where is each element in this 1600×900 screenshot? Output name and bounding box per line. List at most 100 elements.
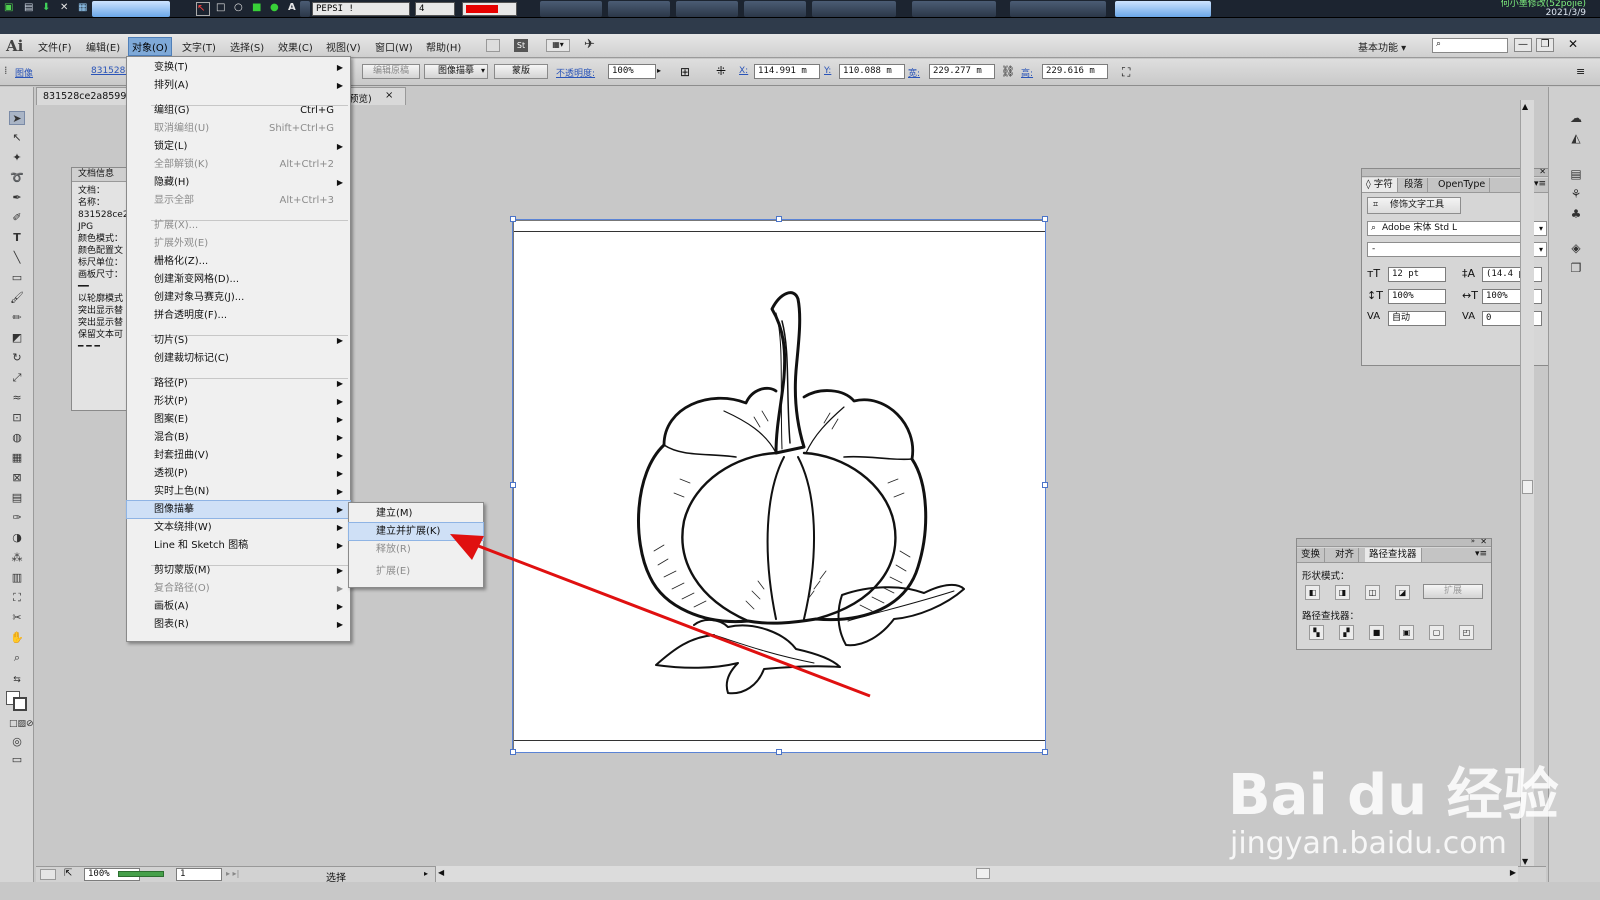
perspective-grid-tool-icon[interactable]: ▦: [9, 451, 25, 465]
object-menu-item[interactable]: 排列(A) ▶: [127, 77, 350, 94]
taskbar-app-5[interactable]: [744, 1, 806, 17]
object-menu-item[interactable]: 扩展(X)...: [127, 217, 350, 234]
taskbar-app-6[interactable]: [812, 1, 896, 17]
minus-front-icon[interactable]: ◨: [1335, 585, 1350, 600]
draw-mode-icon[interactable]: ◎: [9, 735, 25, 749]
object-menu-item[interactable]: 混合(B) ▶: [127, 429, 350, 446]
tab-transform[interactable]: 变换: [1297, 548, 1326, 562]
arrange-docs-icon[interactable]: ▦▾: [546, 39, 570, 52]
pathfinder-close-icon[interactable]: ✕: [1480, 537, 1487, 546]
transform-icon[interactable]: ⛶: [1122, 65, 1130, 80]
taskbar-app-illustrator[interactable]: [1115, 1, 1211, 17]
object-menu-item[interactable]: 变换(T) ▶: [127, 59, 350, 76]
opacity-arrow-icon[interactable]: ▸: [657, 66, 661, 75]
object-menu-item[interactable]: 显示全部 Alt+Ctrl+3: [127, 192, 350, 209]
scroll-right-icon[interactable]: ▶: [1510, 868, 1516, 877]
new-icon[interactable]: ▣: [4, 2, 18, 16]
object-menu-item[interactable]: 图表(R) ▶: [127, 616, 350, 633]
object-menu-item[interactable]: 创建对象马赛克(J)...: [127, 289, 350, 306]
tab-align[interactable]: 对齐: [1331, 548, 1360, 562]
object-menu-item[interactable]: 隐藏(H) ▶: [127, 174, 350, 191]
taskbar-app-2[interactable]: [540, 1, 602, 17]
scroll-down-icon[interactable]: ▼: [1522, 857, 1528, 866]
appearance-icon[interactable]: ◭: [1568, 131, 1584, 145]
constrain-link-icon[interactable]: ⛓: [1001, 65, 1015, 78]
horizontal-scroll-thumb[interactable]: [976, 868, 990, 879]
taskbar-app-4[interactable]: [676, 1, 738, 17]
taskbar-app-7[interactable]: [912, 1, 996, 17]
opacity-label[interactable]: 不透明度:: [556, 66, 595, 79]
tab-character[interactable]: ◊ 字符: [1362, 178, 1398, 192]
opacity-input[interactable]: 100%: [608, 64, 656, 79]
object-menu-item[interactable]: 编组(G) Ctrl+G: [127, 102, 350, 119]
share-icon[interactable]: ⇱: [64, 868, 72, 879]
pencil-tool-icon[interactable]: ✏: [9, 311, 25, 325]
pathfinder-options-icon[interactable]: ▾≡: [1475, 549, 1487, 559]
object-menu-item[interactable]: 路径(P) ▶: [127, 375, 350, 392]
object-menu-item[interactable]: 封套扭曲(V) ▶: [127, 447, 350, 464]
graph-tool-icon[interactable]: ▥: [9, 571, 25, 585]
workspace-switcher[interactable]: 基本功能 ▾: [1358, 39, 1406, 54]
object-menu-item[interactable]: 剪切蒙版(M) ▶: [127, 562, 350, 579]
menu-help[interactable]: 帮助(H): [426, 39, 461, 54]
resize-handle-sw[interactable]: [510, 749, 516, 755]
slice-tool-icon[interactable]: ✂: [9, 611, 25, 625]
y-input[interactable]: 110.088 m: [839, 64, 905, 79]
line-tool-icon[interactable]: ↖: [196, 2, 210, 16]
menu-file[interactable]: 文件(F): [38, 39, 72, 54]
align-icon[interactable]: ⊞: [680, 65, 690, 79]
x-input[interactable]: 114.991 m: [754, 64, 820, 79]
bridge-icon[interactable]: [486, 39, 500, 52]
gpu-rocket-icon[interactable]: ✈: [584, 37, 595, 52]
trim-icon[interactable]: ▞: [1339, 625, 1354, 640]
height-input[interactable]: 229.616 m: [1042, 64, 1108, 79]
pathfinder-collapse-icon[interactable]: »: [1471, 537, 1475, 545]
magic-wand-tool-icon[interactable]: ✦: [9, 151, 25, 165]
edit-original-button[interactable]: 编辑原稿: [362, 64, 420, 79]
panel-menu-icon[interactable]: ≡: [1576, 65, 1585, 78]
minimize-button[interactable]: —: [1514, 38, 1532, 52]
intersect-icon[interactable]: ◫: [1365, 585, 1380, 600]
close-x-icon[interactable]: ✕: [60, 2, 74, 16]
touch-type-tool-button[interactable]: ⌗ 修饰文字工具: [1367, 197, 1461, 214]
menu-edit[interactable]: 编辑(E): [86, 39, 120, 54]
kerning-input[interactable]: 自动: [1388, 311, 1446, 326]
selection-tool-icon[interactable]: ➤: [9, 111, 25, 125]
image-label[interactable]: 图像: [15, 66, 33, 79]
object-menu-item[interactable]: 图案(E) ▶: [127, 411, 350, 428]
color-swatch-field[interactable]: [462, 2, 517, 16]
line-tool-icon[interactable]: ╲: [9, 251, 25, 265]
menu-type[interactable]: 文字(T): [182, 39, 216, 54]
object-menu-item[interactable]: 切片(S) ▶: [127, 332, 350, 349]
taskbar-app-1[interactable]: [300, 1, 310, 17]
brushes-icon[interactable]: ⚘: [1568, 187, 1584, 201]
object-menu-item[interactable]: 文本绕排(W) ▶: [127, 519, 350, 536]
stock-badge[interactable]: St: [514, 39, 528, 52]
help-search-input[interactable]: ⌕: [1432, 38, 1508, 53]
object-menu-item[interactable]: 创建渐变网格(D)...: [127, 271, 350, 288]
ellipse-icon[interactable]: ○: [234, 2, 248, 16]
object-menu-item[interactable]: 创建裁切标记(C): [127, 350, 350, 367]
rectangle-tool-icon[interactable]: ▭: [9, 271, 25, 285]
resize-handle-w[interactable]: [510, 482, 516, 488]
menu-object[interactable]: 对象(O): [128, 37, 172, 56]
lasso-tool-icon[interactable]: ➰: [9, 171, 25, 185]
download-icon[interactable]: ⬇: [42, 2, 56, 16]
merge-icon[interactable]: ■: [1369, 625, 1384, 640]
artboard-nav-icons[interactable]: ▸ ▸|: [226, 869, 239, 878]
vertical-scroll-thumb[interactable]: [1522, 480, 1533, 494]
resize-handle-se[interactable]: [1042, 749, 1048, 755]
direct-selection-tool-icon[interactable]: ↖: [9, 131, 25, 145]
linked-file-link[interactable]: 831528c: [91, 66, 130, 76]
taskbar-app-ie[interactable]: [92, 1, 170, 17]
tab-pathfinder[interactable]: 路径查找器: [1365, 548, 1422, 562]
resize-handle-nw[interactable]: [510, 216, 516, 222]
symbol-sprayer-tool-icon[interactable]: ⁂: [9, 551, 25, 565]
menu-effect[interactable]: 效果(C): [278, 39, 313, 54]
scroll-up-icon[interactable]: ▲: [1522, 102, 1528, 111]
brand-font-field[interactable]: PEPSI !: [312, 2, 410, 16]
object-menu-item[interactable]: 拼合透明度(F)...: [127, 307, 350, 324]
menu-view[interactable]: 视图(V): [326, 39, 361, 54]
filled-circle-icon[interactable]: ●: [270, 2, 284, 16]
object-menu-item[interactable]: 扩展外观(E): [127, 235, 350, 252]
